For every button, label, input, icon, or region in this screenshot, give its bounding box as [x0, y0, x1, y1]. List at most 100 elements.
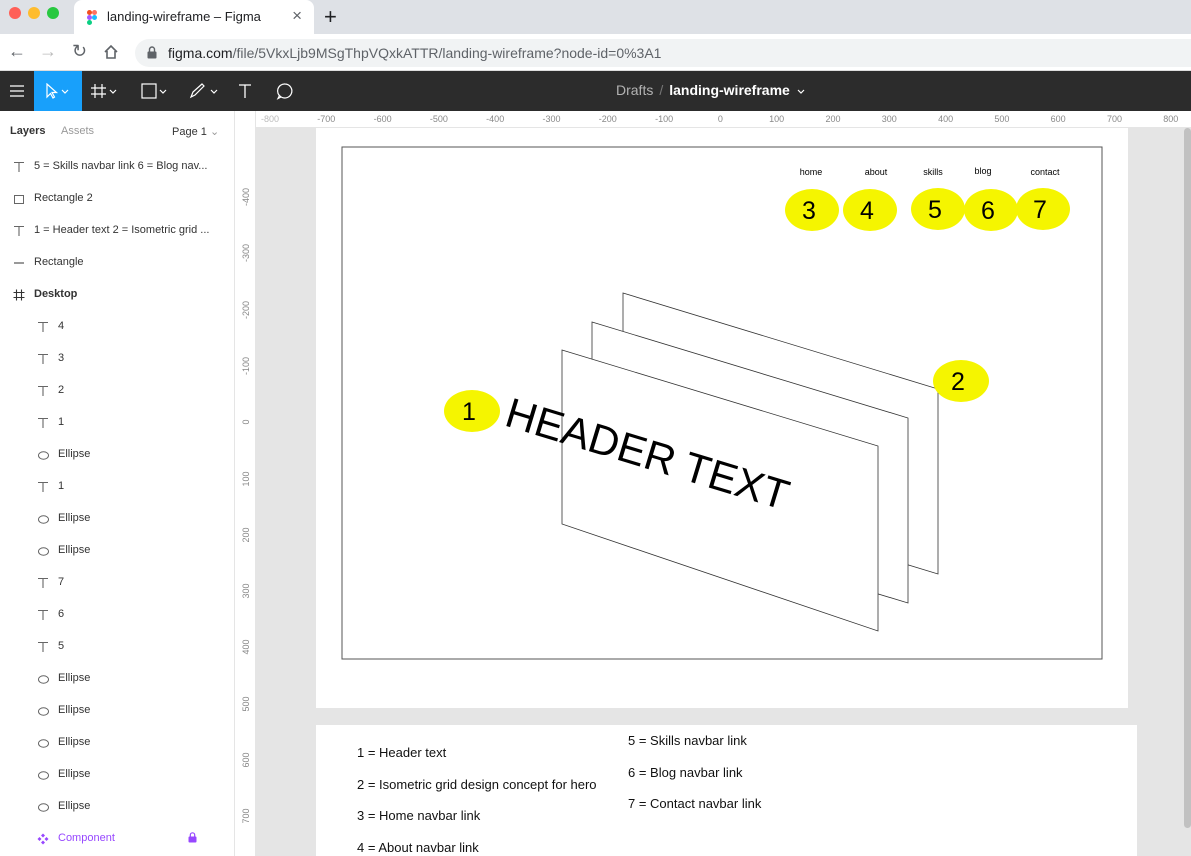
- close-tab-icon[interactable]: ×: [292, 6, 302, 26]
- layer-name: 1: [58, 480, 65, 492]
- layer-name: 1: [58, 416, 65, 428]
- ellipse-icon: [36, 672, 50, 686]
- text-icon: [36, 640, 50, 654]
- layer-row[interactable]: 5: [0, 631, 234, 663]
- layer-row[interactable]: 3: [0, 343, 234, 375]
- marker-number: 1: [462, 398, 476, 426]
- nav-link-about[interactable]: about: [865, 167, 888, 177]
- marker-3[interactable]: 3: [785, 189, 839, 231]
- marker-6[interactable]: 6: [964, 189, 1018, 231]
- text-icon: [12, 160, 26, 174]
- ruler-tick-label: 800: [1163, 114, 1179, 124]
- layer-row[interactable]: Ellipse: [0, 727, 234, 759]
- layer-row[interactable]: 7: [0, 567, 234, 599]
- marker-7[interactable]: 7: [1016, 188, 1070, 230]
- layer-row[interactable]: Ellipse: [0, 439, 234, 471]
- chevron-down-icon: ⌄: [209, 126, 220, 138]
- ellipse-icon: [36, 512, 50, 526]
- nav-link-home[interactable]: home: [800, 167, 823, 177]
- layers-panel: Layers Assets Page 1 ⌄ 5 = Skills navbar…: [0, 111, 235, 856]
- layer-row[interactable]: Ellipse: [0, 535, 234, 567]
- layer-row[interactable]: 1 = Header text 2 = Isometric grid ...: [0, 215, 234, 247]
- ruler-tick-label: -300: [241, 244, 251, 263]
- layer-name: Component: [58, 832, 115, 844]
- minimize-window-button[interactable]: [28, 7, 40, 19]
- page-selector[interactable]: Page 1 ⌄: [172, 125, 219, 138]
- pen-tool-icon[interactable]: [186, 71, 226, 111]
- marker-1[interactable]: 1: [444, 390, 500, 432]
- layer-row[interactable]: 1: [0, 407, 234, 439]
- new-tab-icon[interactable]: +: [324, 4, 337, 30]
- layer-row[interactable]: Ellipse: [0, 791, 234, 823]
- component-icon: [36, 832, 50, 846]
- tab-assets[interactable]: Assets: [61, 125, 94, 137]
- legend-item: 6 = Blog navbar link: [628, 764, 743, 780]
- layer-row[interactable]: 6: [0, 599, 234, 631]
- ruler-tick-label: 100: [241, 470, 251, 487]
- comment-tool-icon[interactable]: [272, 71, 298, 111]
- ruler-horizontal: -800 -700 -600 -500 -400 -300 -200 -100 0 100 200 3…: [256, 111, 1191, 128]
- text-icon: [12, 224, 26, 238]
- layer-row[interactable]: Rectangle 2: [0, 183, 234, 215]
- back-icon[interactable]: ←: [8, 41, 26, 62]
- layer-name: 1 = Header text 2 = Isometric grid ...: [34, 224, 210, 236]
- layer-name: Desktop: [34, 288, 78, 300]
- rectangle-tool-icon[interactable]: [138, 71, 178, 111]
- layer-row[interactable]: Rectangle: [0, 247, 234, 279]
- chevron-down-icon[interactable]: [797, 89, 805, 95]
- browser-tab[interactable]: landing-wireframe – Figma ×: [74, 0, 314, 34]
- forward-icon[interactable]: →: [39, 41, 57, 62]
- legend-frame[interactable]: 1 = Header text 2 = Isometric grid design…: [316, 725, 1137, 856]
- tab-title: landing-wireframe – Figma: [107, 9, 261, 24]
- ruler-tick-label: -800: [260, 114, 280, 124]
- tab-layers[interactable]: Layers: [10, 125, 45, 137]
- layer-row[interactable]: Component: [0, 823, 234, 855]
- line-icon: [12, 256, 26, 270]
- home-icon[interactable]: [103, 44, 119, 60]
- nav-link-contact[interactable]: contact: [1030, 167, 1060, 177]
- layer-row[interactable]: 4: [0, 311, 234, 343]
- layer-row[interactable]: Ellipse: [0, 663, 234, 695]
- move-tool-icon[interactable]: [34, 71, 82, 111]
- main-menu-icon[interactable]: [0, 71, 33, 111]
- marker-5[interactable]: 5: [911, 188, 965, 230]
- close-window-button[interactable]: [9, 7, 21, 19]
- text-icon: [36, 352, 50, 366]
- breadcrumb-drafts[interactable]: Drafts: [616, 82, 653, 98]
- marker-number: 7: [1033, 196, 1047, 224]
- marker-2[interactable]: 2: [933, 360, 989, 402]
- text-icon: [36, 576, 50, 590]
- layer-row[interactable]: Ellipse: [0, 503, 234, 535]
- ruler-tick-label: 400: [938, 114, 954, 124]
- layer-row[interactable]: Ellipse: [0, 695, 234, 727]
- layer-row[interactable]: Desktop: [0, 279, 234, 311]
- layer-name: Ellipse: [58, 448, 91, 460]
- text-tool-icon[interactable]: [234, 71, 256, 111]
- nav-link-blog[interactable]: blog: [974, 166, 991, 176]
- layer-row[interactable]: 2: [0, 375, 234, 407]
- layer-name: Ellipse: [58, 704, 91, 716]
- layer-name: Ellipse: [58, 800, 91, 812]
- file-name[interactable]: landing-wireframe: [669, 82, 790, 98]
- nav-link-skills[interactable]: skills: [923, 167, 943, 177]
- ruler-tick-label: -700: [317, 114, 336, 124]
- url-field[interactable]: figma.com/file/5VkxLjb9MSgThpVQxkATTR/la…: [135, 39, 1191, 67]
- layer-name: 7: [58, 576, 65, 588]
- layer-name: Ellipse: [58, 768, 91, 780]
- layer-row[interactable]: Ellipse: [0, 759, 234, 791]
- frame-tool-icon[interactable]: [88, 71, 128, 111]
- marker-4[interactable]: 4: [843, 189, 897, 231]
- ellipse-icon: [36, 800, 50, 814]
- layer-row[interactable]: 5 = Skills navbar link 6 = Blog nav...: [0, 151, 234, 183]
- layer-name: 5: [58, 640, 65, 652]
- wireframe-drawing: HEADER TEXT home about skills blog conta…: [341, 146, 1103, 660]
- desktop-frame[interactable]: HEADER TEXT home about skills blog conta…: [316, 128, 1128, 708]
- canvas[interactable]: HEADER TEXT home about skills blog conta…: [256, 128, 1191, 856]
- maximize-window-button[interactable]: [47, 7, 59, 19]
- legend-item: 4 = About navbar link: [357, 839, 479, 855]
- window-controls: [9, 7, 59, 19]
- vertical-scrollbar[interactable]: [1184, 128, 1191, 828]
- reload-icon[interactable]: ↻: [72, 41, 87, 62]
- ruler-tick-label: 700: [1106, 114, 1123, 124]
- layer-row[interactable]: 1: [0, 471, 234, 503]
